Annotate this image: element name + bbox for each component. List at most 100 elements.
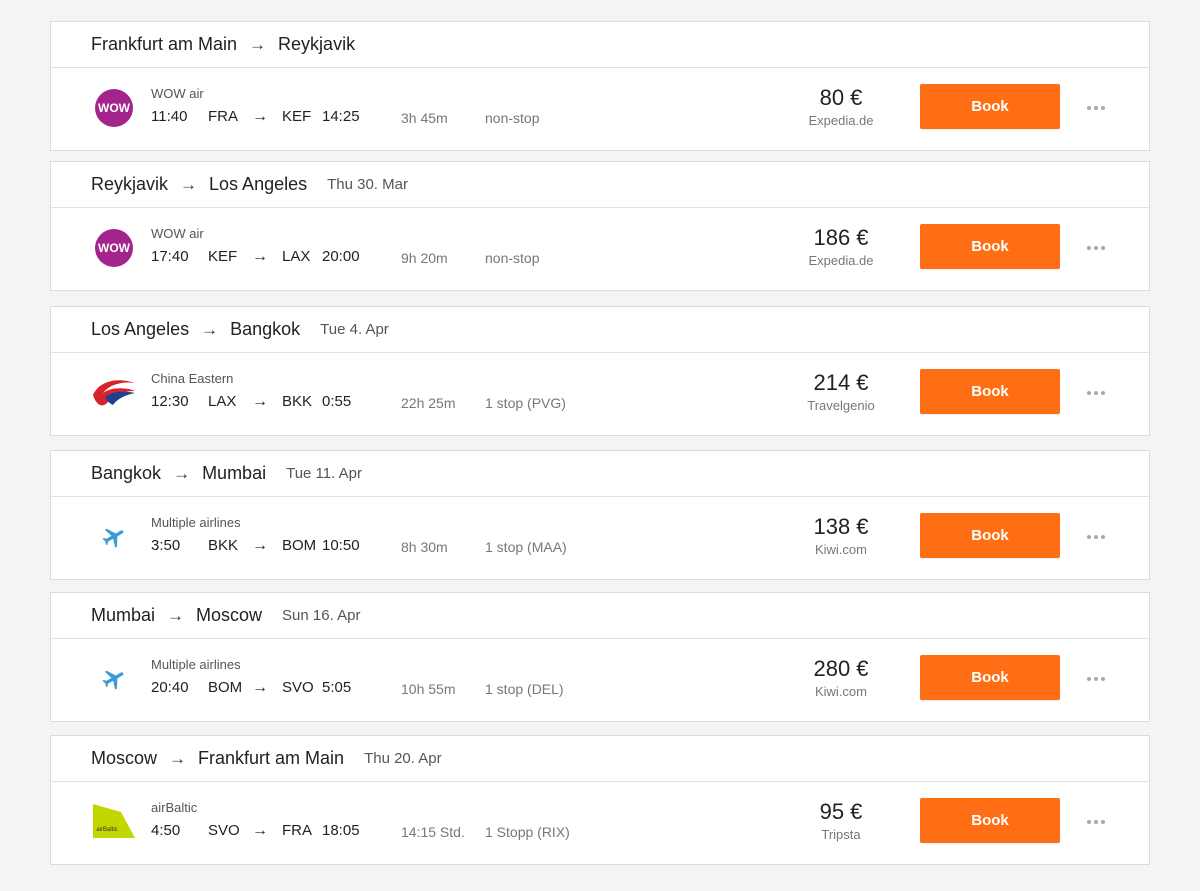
- departure-time: 11:40: [151, 108, 188, 125]
- booking-provider: Tripsta: [821, 827, 861, 842]
- route-origin: Los Angeles: [91, 319, 190, 339]
- flight-price: 95 €: [819, 799, 863, 824]
- departure-time: 12:30: [151, 393, 189, 410]
- flight-stops: 1 Stopp (RIX): [485, 824, 570, 840]
- route-origin: Reykjavik: [91, 174, 169, 194]
- book-button[interactable]: Book: [920, 798, 1060, 843]
- route-arrow: →: [167, 605, 185, 625]
- route-origin: Bangkok: [91, 463, 162, 483]
- booking-provider: Expedia.de: [808, 113, 874, 128]
- arrival-airport: SVO: [282, 679, 314, 696]
- flight-row[interactable]: WOW WOW air 11:40 FRA → KEF 14:25 3h 45m…: [51, 68, 1149, 150]
- route-arrow: →: [169, 748, 187, 768]
- wow-logo-text: WOW: [98, 241, 131, 255]
- book-button[interactable]: Book: [920, 369, 1060, 414]
- departure-airport: FRA: [208, 108, 238, 125]
- leg-arrow-icon: →: [252, 248, 268, 265]
- departure-airport: BKK: [208, 537, 239, 554]
- route-date: Thu 20. Apr: [364, 750, 442, 767]
- route-destination: Los Angeles: [209, 174, 308, 194]
- route-destination: Bangkok: [230, 319, 301, 339]
- flight-price: 214 €: [813, 370, 869, 395]
- more-dots-icon[interactable]: [1081, 234, 1111, 262]
- book-button[interactable]: Book: [920, 84, 1060, 129]
- more-dots-icon[interactable]: [1081, 379, 1111, 407]
- flight-duration: 14:15 Std.: [401, 824, 465, 840]
- route-origin: Mumbai: [91, 605, 156, 625]
- arrival-airport: BOM: [282, 537, 317, 554]
- route-origin: Moscow: [91, 748, 158, 768]
- leg-arrow-icon: →: [252, 679, 268, 696]
- trip-card: Mumbai → Moscow Sun 16. Apr Multiple air…: [50, 592, 1150, 722]
- route-arrow: →: [249, 34, 267, 54]
- route-date: Thu 30. Mar: [327, 176, 408, 193]
- route-date: Tue 11. Apr: [286, 465, 362, 482]
- airbaltic-logo-text: airBaltic: [96, 827, 117, 833]
- leg-arrow-icon: →: [252, 393, 268, 410]
- arrival-time: 14:25: [322, 108, 360, 125]
- plane-icon: [91, 514, 137, 560]
- arrival-airport: BKK: [282, 393, 313, 410]
- flight-price: 138 €: [813, 514, 869, 539]
- arrival-time: 10:50: [322, 537, 360, 554]
- flight-stops: 1 stop (MAA): [485, 539, 567, 555]
- more-dots-icon[interactable]: [1081, 523, 1111, 551]
- flight-row[interactable]: Multiple airlines 20:40 BOM → SVO 5:05 1…: [51, 639, 1149, 721]
- airline-name: WOW air: [151, 86, 204, 101]
- flight-price: 80 €: [819, 85, 863, 110]
- route-destination: Mumbai: [202, 463, 267, 483]
- booking-provider: Travelgenio: [807, 398, 875, 413]
- flight-stops: 1 stop (PVG): [485, 395, 566, 411]
- book-button[interactable]: Book: [920, 224, 1060, 269]
- flight-row[interactable]: Multiple airlines 3:50 BKK → BOM 10:50 8…: [51, 497, 1149, 579]
- airline-name: Multiple airlines: [151, 515, 241, 530]
- wow-air-logo: WOW: [91, 85, 137, 131]
- book-button[interactable]: Book: [920, 513, 1060, 558]
- arrival-airport: FRA: [282, 822, 312, 839]
- flight-price: 186 €: [813, 225, 869, 250]
- airline-name: WOW air: [151, 226, 204, 241]
- airline-name: Multiple airlines: [151, 657, 241, 672]
- route-origin: Frankfurt am Main: [91, 34, 238, 54]
- trip-route-header: Moscow → Frankfurt am Main Thu 20. Apr: [51, 736, 1149, 782]
- airline-name: China Eastern: [151, 371, 234, 386]
- flight-row[interactable]: airBaltic airBaltic 4:50 SVO → FRA 18:05…: [51, 782, 1149, 864]
- route-arrow: →: [201, 319, 219, 339]
- wow-logo-text: WOW: [98, 101, 131, 115]
- flight-row[interactable]: WOW WOW air 17:40 KEF → LAX 20:00 9h 20m…: [51, 208, 1149, 290]
- flight-stops: 1 stop (DEL): [485, 681, 564, 697]
- route-date: Sun 16. Apr: [282, 607, 361, 624]
- trip-card: Los Angeles → Bangkok Tue 4. Apr China E…: [50, 306, 1150, 436]
- more-dots-icon[interactable]: [1081, 808, 1111, 836]
- flight-duration: 10h 55m: [401, 681, 456, 697]
- more-dots-icon[interactable]: [1081, 94, 1111, 122]
- flight-stops: non-stop: [485, 110, 540, 126]
- route-destination: Frankfurt am Main: [198, 748, 345, 768]
- flight-stops: non-stop: [485, 250, 540, 266]
- airbaltic-logo: airBaltic: [91, 799, 137, 845]
- flight-duration: 22h 25m: [401, 395, 456, 411]
- wow-air-logo: WOW: [91, 225, 137, 271]
- book-button[interactable]: Book: [920, 655, 1060, 700]
- departure-airport: BOM: [208, 679, 243, 696]
- airline-name: airBaltic: [151, 800, 198, 815]
- more-dots-icon[interactable]: [1081, 665, 1111, 693]
- flight-duration: 9h 20m: [401, 250, 448, 266]
- flight-price: 280 €: [813, 656, 869, 681]
- departure-airport: SVO: [208, 822, 240, 839]
- route-arrow: →: [180, 174, 198, 194]
- leg-arrow-icon: →: [252, 108, 268, 125]
- trip-card: Frankfurt am Main → Reykjavik WOW WOW ai…: [50, 21, 1150, 151]
- leg-arrow-icon: →: [252, 537, 268, 554]
- arrival-time: 5:05: [322, 679, 352, 696]
- arrival-airport: LAX: [282, 248, 311, 265]
- leg-arrow-icon: →: [252, 822, 268, 839]
- flight-duration: 8h 30m: [401, 539, 448, 555]
- departure-time: 20:40: [151, 679, 189, 696]
- trip-card: Reykjavik → Los Angeles Thu 30. Mar WOW …: [50, 161, 1150, 291]
- flight-row[interactable]: China Eastern 12:30 LAX → BKK 0:55 22h 2…: [51, 353, 1149, 435]
- route-destination: Moscow: [196, 605, 263, 625]
- plane-icon: [91, 656, 137, 702]
- trip-route-header: Bangkok → Mumbai Tue 11. Apr: [51, 451, 1149, 497]
- flight-duration: 3h 45m: [401, 110, 448, 126]
